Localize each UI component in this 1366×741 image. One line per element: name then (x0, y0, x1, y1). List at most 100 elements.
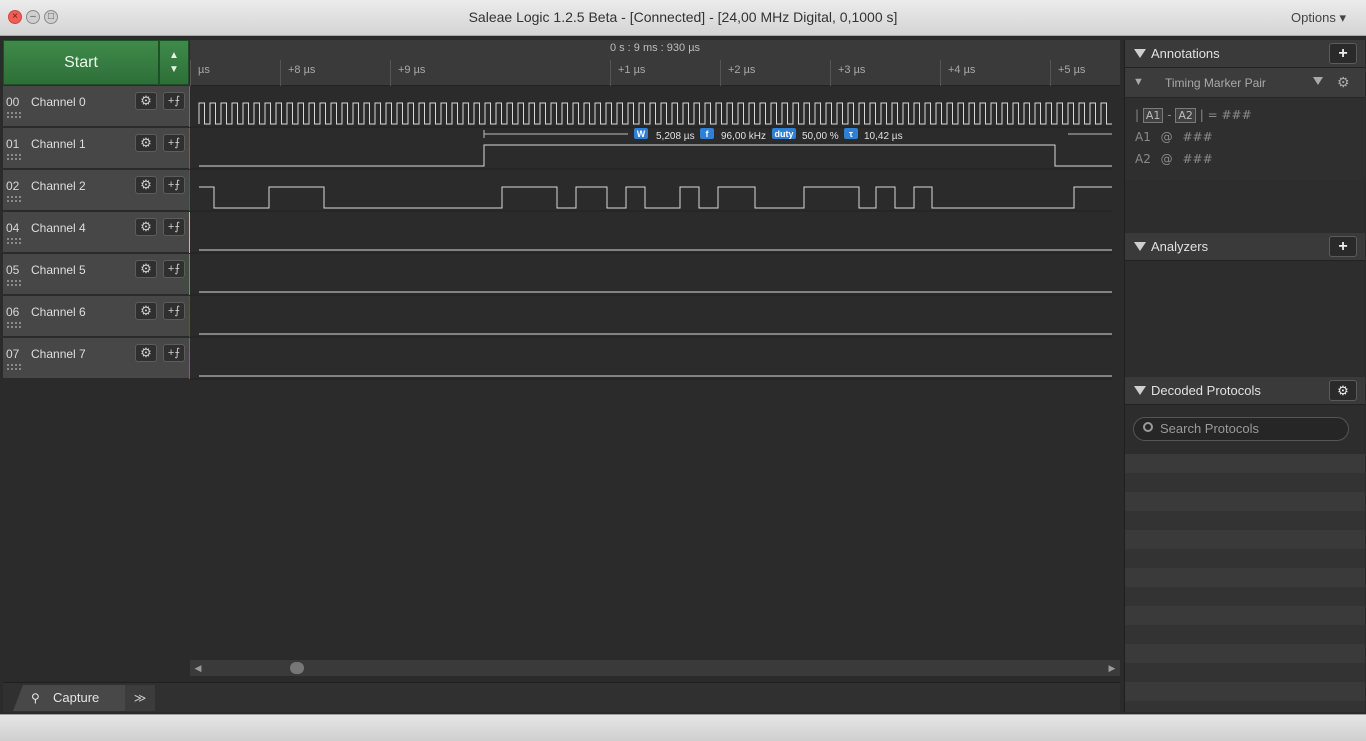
channel-name[interactable]: Channel 6 (31, 305, 86, 319)
channel-trigger-icon[interactable]: +⨍ (163, 218, 185, 236)
annotations-header[interactable]: Annotations + (1125, 40, 1365, 68)
options-menu[interactable]: Options ▾ (1291, 10, 1346, 26)
scrollbar-thumb[interactable] (290, 662, 304, 674)
channel-row[interactable]: 06 Channel 6 ⚙ +⨍ (3, 296, 189, 337)
expand-tabs-button[interactable]: ≫ (125, 685, 155, 711)
waveform-row-bg (190, 254, 1112, 295)
search-placeholder: Search Protocols (1160, 421, 1259, 436)
timeline-header: 0 s : 9 ms : 930 µs µs +8 µs +9 µs +1 µs +2 … (190, 40, 1120, 86)
drag-handle-icon[interactable] (7, 112, 21, 118)
capture-tab-label: Capture (53, 690, 100, 705)
channel-trigger-icon[interactable]: +⨍ (163, 302, 185, 320)
channel-number: 01 (6, 137, 20, 151)
start-options-arrows[interactable]: ▲ ▼ (159, 40, 189, 85)
tick-mark (390, 60, 391, 86)
drag-handle-icon[interactable] (7, 322, 21, 328)
channel-trigger-icon[interactable]: +⨍ (163, 176, 185, 194)
drag-handle-icon[interactable] (7, 280, 21, 286)
channel-row[interactable]: 04 Channel 4 ⚙ +⨍ (3, 212, 189, 253)
add-annotation-button[interactable]: + (1329, 43, 1357, 64)
channel-row[interactable]: 01 Channel 1 ⚙ +⨍ (3, 128, 189, 169)
channel-trigger-icon[interactable]: +⨍ (163, 134, 185, 152)
channel-row[interactable]: 07 Channel 7 ⚙ +⨍ (3, 338, 189, 379)
start-button[interactable]: Start (3, 40, 159, 85)
channel-settings-gear-icon[interactable]: ⚙ (135, 176, 157, 194)
channel-trigger-icon[interactable]: +⨍ (163, 260, 185, 278)
measurement-value: 96,00 kHz (721, 131, 766, 142)
marker-dropdown-icon[interactable] (1313, 77, 1323, 85)
scroll-right-icon[interactable]: ▶ (1104, 660, 1120, 676)
drag-handle-icon[interactable] (7, 364, 21, 370)
protocols-gear-icon[interactable]: ⚙ (1329, 380, 1357, 401)
channel-row[interactable]: 05 Channel 5 ⚙ +⨍ (3, 254, 189, 295)
analyzers-header[interactable]: Analyzers + (1125, 233, 1365, 261)
drag-handle-icon[interactable] (7, 154, 21, 160)
channel-settings-gear-icon[interactable]: ⚙ (135, 134, 157, 152)
marker-gear-icon[interactable]: ⚙ (1337, 74, 1350, 91)
tick-mark (190, 60, 191, 86)
collapse-triangle-icon[interactable] (1134, 386, 1146, 395)
title-bar: × – □ Saleae Logic 1.2.5 Beta - [Connect… (0, 0, 1366, 36)
marker-a1-line: A1 @ ### (1135, 130, 1213, 144)
annotation-values: | A1 - A2 | = ### A1 @ ### A2 @ ### (1125, 98, 1365, 180)
tick-label: +3 µs (838, 64, 866, 76)
search-protocols-input[interactable]: Search Protocols (1133, 417, 1349, 441)
decoded-protocols-list (1125, 454, 1365, 712)
tick-label: µs (198, 64, 210, 76)
channel-name[interactable]: Channel 4 (31, 221, 86, 235)
collapse-triangle-icon[interactable] (1134, 242, 1146, 251)
channel-row[interactable]: 00 Channel 0 ⚙ +⨍ (3, 86, 189, 127)
channel-settings-gear-icon[interactable]: ⚙ (135, 302, 157, 320)
channel-trigger-icon[interactable]: +⨍ (163, 344, 185, 362)
tick-mark (280, 60, 281, 86)
annotations-title: Annotations (1151, 46, 1220, 61)
window-title: Saleae Logic 1.2.5 Beta - [Connected] - … (468, 9, 898, 25)
add-analyzer-button[interactable]: + (1329, 236, 1357, 257)
capture-icon: ⚲ (31, 691, 40, 705)
tick-label: +9 µs (398, 64, 426, 76)
channel-name[interactable]: Channel 5 (31, 263, 86, 277)
channel-settings-gear-icon[interactable]: ⚙ (135, 218, 157, 236)
marker-a2-value: ### (1182, 152, 1213, 166)
channel-name[interactable]: Channel 0 (31, 95, 86, 109)
horizontal-scrollbar[interactable]: ◀ ▶ (190, 660, 1120, 676)
decoded-protocols-title: Decoded Protocols (1151, 383, 1261, 398)
waveform-row-bg (190, 212, 1112, 253)
channel-row[interactable]: 02 Channel 2 ⚙ +⨍ (3, 170, 189, 211)
channel-settings-gear-icon[interactable]: ⚙ (135, 92, 157, 110)
marker-a2-line: A2 @ ### (1135, 152, 1213, 166)
channel-settings-gear-icon[interactable]: ⚙ (135, 344, 157, 362)
tick-label: +2 µs (728, 64, 756, 76)
channel-trigger-icon[interactable]: +⨍ (163, 92, 185, 110)
marker-a1-value: ### (1182, 130, 1213, 144)
chevron-down-icon[interactable]: ▼ (160, 63, 188, 77)
marker-a1-at: @ (1160, 130, 1173, 144)
measurement-tag: duty (775, 129, 794, 139)
channel-number: 02 (6, 179, 20, 193)
channel-settings-gear-icon[interactable]: ⚙ (135, 260, 157, 278)
decoded-protocols-header[interactable]: Decoded Protocols ⚙ (1125, 377, 1365, 405)
channel-name[interactable]: Channel 1 (31, 137, 86, 151)
measurement-tag: τ (849, 129, 853, 139)
measurement-value: 5,208 µs (656, 131, 695, 142)
channel-number: 00 (6, 95, 20, 109)
tick-mark (940, 60, 941, 86)
marker-a1-badge[interactable]: A1 (1142, 108, 1164, 123)
channel-name[interactable]: Channel 2 (31, 179, 86, 193)
chevron-up-icon[interactable]: ▲ (160, 49, 188, 63)
tick-label: +5 µs (1058, 64, 1086, 76)
drag-handle-icon[interactable] (7, 238, 21, 244)
time-reference: 0 s : 9 ms : 930 µs (609, 42, 701, 54)
timing-marker-row[interactable]: ▼ Timing Marker Pair ⚙ (1125, 68, 1365, 98)
collapse-triangle-icon[interactable] (1134, 49, 1146, 58)
channel-number: 04 (6, 221, 20, 235)
tick-mark (830, 60, 831, 86)
waveform-area[interactable]: W 5,208 µs f 96,00 kHz duty 50,00 % τ 10,42 µs (190, 86, 1120, 386)
drag-handle-icon[interactable] (7, 196, 21, 202)
waveform-row-bg (190, 86, 1112, 127)
capture-tab[interactable]: ⚲ Capture (13, 685, 128, 711)
channel-name[interactable]: Channel 7 (31, 347, 86, 361)
channel-number: 07 (6, 347, 20, 361)
marker-a2-badge[interactable]: A2 (1175, 108, 1196, 123)
scroll-left-icon[interactable]: ◀ (190, 660, 206, 676)
